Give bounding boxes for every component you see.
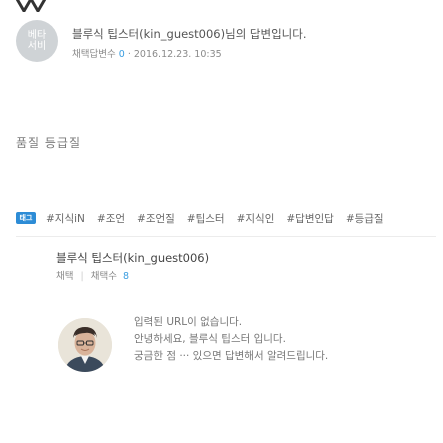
meta-separator: · <box>127 49 131 60</box>
meta-count: 0 <box>118 49 125 60</box>
avatar[interactable] <box>58 318 112 372</box>
tag-icon: 태그 <box>16 212 36 224</box>
related-section-title: 품질 등급질 <box>16 136 82 150</box>
author-stat-value: 8 <box>123 271 130 282</box>
section-divider <box>16 236 436 237</box>
answer-header[interactable]: 블루식 팁스터(kin_guest006)님의 답변입니다. <box>72 26 307 42</box>
answer-meta: 채택답변수 0 · 2016.12.23. 10:35 <box>72 46 222 60</box>
author-stat-label1: 채택 <box>56 271 74 282</box>
tag-bar: 태그 #지식iN #조언 #조언질 #팁스터 #지식인 #답변인답 #등급질 <box>16 208 443 228</box>
user-level-badge: 베타 서비 <box>16 20 58 62</box>
meta-label: 채택답변수 <box>72 49 116 60</box>
tag-item[interactable]: #팁스터 <box>187 211 225 226</box>
tag-item[interactable]: #등급질 <box>346 211 384 226</box>
avatar-person-icon <box>58 318 112 372</box>
answer-header-text[interactable]: 블루식 팁스터(kin_guest006)님의 답변입니다. <box>72 27 307 41</box>
tag-item[interactable]: #지식iN <box>46 211 85 226</box>
author-stat-label2: 채택수 <box>90 271 117 282</box>
author-stats: 채택 | 채택수 8 <box>56 268 129 282</box>
tag-item[interactable]: #답변인답 <box>286 211 333 226</box>
profile-intro: 입력된 URL이 없습니다. 안녕하세요, 블루식 팁스터 입니다. 궁금한 점… <box>134 314 328 365</box>
meta-date: 2016.12.23. 10:35 <box>133 49 222 60</box>
tag-item[interactable]: #지식인 <box>237 211 275 226</box>
author-name[interactable]: 블루식 팁스터(kin_guest006) <box>56 250 209 266</box>
tag-list: #지식iN #조언 #조언질 #팁스터 #지식인 #답변인답 #등급질 <box>46 211 384 226</box>
author-stat-sep: | <box>80 271 84 282</box>
badge-line1: 베타 <box>27 30 47 41</box>
profile-line: 안녕하세요, 블루식 팁스터 입니다. <box>134 333 286 345</box>
tag-item[interactable]: #조언질 <box>137 211 175 226</box>
logo-icon <box>16 0 46 12</box>
tag-item[interactable]: #조언 <box>97 211 125 226</box>
profile-line: 궁금한 점 ··· 있으면 답변해서 알려드립니다. <box>134 350 329 362</box>
tag-icon-label: 태그 <box>19 214 33 222</box>
profile-line: 입력된 URL이 없습니다. <box>134 316 243 328</box>
badge-line2: 서비 <box>27 41 47 52</box>
